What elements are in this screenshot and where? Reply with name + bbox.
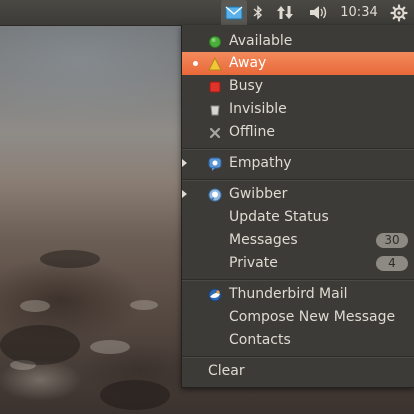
grass-clump xyxy=(0,325,80,365)
menu-separator xyxy=(182,356,414,358)
red-square-icon xyxy=(208,80,222,94)
clear-label: Clear xyxy=(208,363,245,379)
frost-patch xyxy=(20,300,50,312)
private-label: Private xyxy=(229,255,278,271)
status-available[interactable]: Available xyxy=(182,30,414,53)
contacts-label: Contacts xyxy=(229,332,291,348)
offline-x-icon xyxy=(208,126,222,140)
status-away-label: Away xyxy=(229,55,267,71)
messaging-indicator[interactable] xyxy=(221,0,247,25)
status-invisible-label: Invisible xyxy=(229,101,287,117)
bluetooth-icon xyxy=(253,5,263,20)
submenu-arrow-icon xyxy=(182,190,187,198)
bluetooth-indicator[interactable] xyxy=(249,0,267,25)
top-panel: 10:34 xyxy=(0,0,414,26)
app-gwibber[interactable]: Gwibber xyxy=(182,183,414,206)
status-busy[interactable]: Busy xyxy=(182,75,414,98)
update-status-label: Update Status xyxy=(229,209,329,225)
selected-radio-bullet xyxy=(193,61,198,66)
private-count-badge: 4 xyxy=(376,256,408,271)
frost-patch xyxy=(90,340,130,354)
status-invisible[interactable]: Invisible xyxy=(182,98,414,121)
compose-new-message-label: Compose New Message xyxy=(229,309,396,325)
gwibber-messages[interactable]: Messages 30 xyxy=(182,229,414,252)
session-indicator[interactable] xyxy=(386,0,412,25)
yellow-triangle-icon xyxy=(208,56,222,71)
gear-icon xyxy=(390,3,408,22)
clear-button[interactable]: Clear xyxy=(182,360,414,383)
status-offline[interactable]: Offline xyxy=(182,121,414,144)
empathy-icon xyxy=(208,157,222,171)
grass-clump xyxy=(40,250,100,268)
speaker-icon xyxy=(310,6,327,19)
app-gwibber-label: Gwibber xyxy=(229,186,288,202)
status-available-label: Available xyxy=(229,33,293,49)
status-away[interactable]: Away xyxy=(182,52,414,75)
messaging-menu: Available Away Busy Invisible Offline Em… xyxy=(181,25,414,388)
messages-count-badge: 30 xyxy=(376,233,408,248)
network-indicator[interactable] xyxy=(272,0,298,25)
menu-separator xyxy=(182,179,414,181)
app-thunderbird[interactable]: Thunderbird Mail xyxy=(182,283,414,306)
menu-separator xyxy=(182,279,414,281)
status-offline-label: Offline xyxy=(229,124,275,140)
menu-separator xyxy=(182,148,414,150)
app-empathy[interactable]: Empathy xyxy=(182,152,414,175)
network-arrows-icon xyxy=(277,6,293,19)
gwibber-private[interactable]: Private 4 xyxy=(182,252,414,275)
green-dot-icon xyxy=(208,35,222,49)
frost-patch xyxy=(130,300,158,310)
grass-clump xyxy=(100,380,170,410)
invisible-icon xyxy=(208,103,222,117)
thunderbird-icon xyxy=(208,288,222,302)
status-busy-label: Busy xyxy=(229,78,264,94)
app-thunderbird-label: Thunderbird Mail xyxy=(229,286,348,302)
thunderbird-contacts[interactable]: Contacts xyxy=(182,329,414,352)
volume-indicator[interactable] xyxy=(306,0,332,25)
clock-label: 10:34 xyxy=(340,5,378,20)
gwibber-icon xyxy=(208,188,222,202)
thunderbird-compose[interactable]: Compose New Message xyxy=(182,306,414,329)
envelope-icon xyxy=(225,6,243,19)
gwibber-update-status[interactable]: Update Status xyxy=(182,206,414,229)
messages-label: Messages xyxy=(229,232,298,248)
submenu-arrow-icon xyxy=(182,159,187,167)
app-empathy-label: Empathy xyxy=(229,155,292,171)
clock-indicator[interactable]: 10:34 xyxy=(336,0,382,25)
